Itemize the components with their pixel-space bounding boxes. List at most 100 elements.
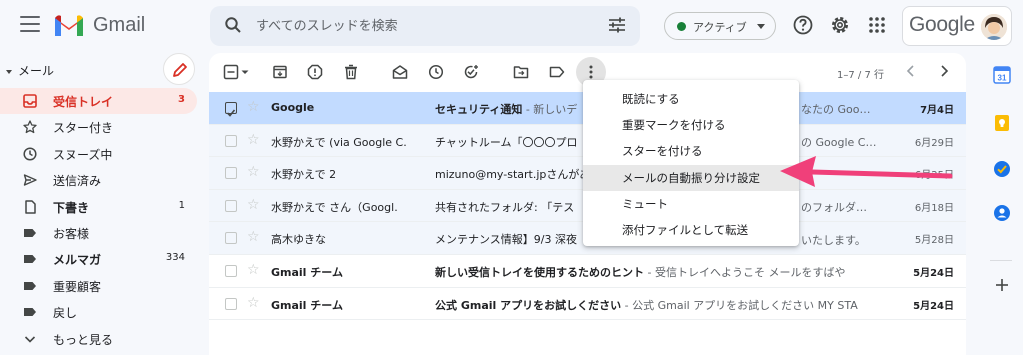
move-to-icon[interactable] <box>513 64 529 80</box>
select-dropdown-icon[interactable] <box>240 64 250 80</box>
label-as-icon[interactable] <box>549 64 565 80</box>
mail-section-header[interactable]: メール <box>6 62 54 79</box>
checkmark-icon <box>226 109 236 117</box>
star-toggle-icon[interactable]: ☆ <box>247 99 260 115</box>
row-checkbox[interactable] <box>225 199 237 212</box>
star-toggle-icon[interactable]: ☆ <box>247 164 260 180</box>
sidebar-item-newsletters[interactable]: メルマガ 334 <box>0 246 197 272</box>
add-to-tasks-icon[interactable] <box>463 64 479 80</box>
avatar[interactable] <box>981 14 1007 40</box>
email-snippet-fragment: の Google C… <box>801 136 877 149</box>
tasks-icon[interactable] <box>993 160 1011 178</box>
sidebar-item-snoozed[interactable]: スヌーズ中 <box>0 141 197 167</box>
email-date: 6月18日 <box>914 202 954 214</box>
more-vert-icon <box>589 65 593 79</box>
row-checkbox[interactable] <box>225 134 237 147</box>
chevron-left-icon[interactable] <box>903 63 919 79</box>
sidebar-item-label: 受信トレイ <box>53 95 114 109</box>
keep-notes-icon[interactable] <box>993 114 1011 132</box>
sidebar-item-label: メルマガ <box>53 253 102 268</box>
row-checkbox[interactable] <box>225 102 237 117</box>
add-addon-icon[interactable] <box>993 276 1011 294</box>
sidebar-item-count: 1 <box>178 199 185 211</box>
email-sender: 水野かえで (via Google C. <box>271 135 407 149</box>
active-status-dot <box>677 22 686 31</box>
email-subject: 新しい受信トレイを使用するためのヒント <box>435 265 644 279</box>
select-checkbox-icon[interactable] <box>223 64 239 80</box>
snooze-clock-icon[interactable] <box>428 64 444 80</box>
pagination-text: 1–7 / 7 行 <box>837 70 884 81</box>
chevron-right-icon[interactable] <box>936 63 952 79</box>
help-icon[interactable] <box>792 14 814 36</box>
row-checkbox[interactable] <box>225 232 237 245</box>
main-menu-icon[interactable] <box>20 16 40 34</box>
search-icon[interactable] <box>224 16 242 34</box>
star-toggle-icon[interactable]: ☆ <box>247 229 260 245</box>
email-row[interactable]: ☆ Gmail チーム 公式 Gmail アプリをお試しください - 公式 Gm… <box>209 287 966 321</box>
gmail-wordmark: Gmail <box>93 14 146 36</box>
star-toggle-icon[interactable]: ☆ <box>247 295 260 311</box>
archive-icon[interactable] <box>272 64 288 80</box>
sidebar-item-inbox[interactable]: 受信トレイ 3 <box>0 88 197 115</box>
status-selector[interactable]: アクティブ <box>664 12 776 40</box>
chevron-down-icon <box>24 335 36 343</box>
sidebar-item-label: もっと見る <box>53 332 114 347</box>
sidebar-item-sent[interactable]: 送信済み <box>0 167 197 193</box>
email-snippet-fragment: いたします。 <box>801 234 866 247</box>
mark-as-read-icon[interactable] <box>392 64 408 80</box>
email-subject: チャットルーム「〇〇〇プロ <box>435 135 578 149</box>
email-snippet-fragment: のフォルダ… <box>801 201 867 214</box>
menu-item-mark-as-read[interactable]: 既読にする <box>583 86 799 112</box>
annotation-arrow <box>780 156 953 187</box>
menu-item-mark-important[interactable]: 重要マークを付ける <box>583 112 799 138</box>
email-date: 7月4日 <box>920 105 954 116</box>
email-row[interactable]: ☆ Gmail チーム 新しい受信トレイを使用するためのヒント - 受信トレイへ… <box>209 254 966 288</box>
email-sender: 高木ゆきな <box>271 233 326 247</box>
email-snippet: - 新しいデ <box>522 103 578 116</box>
google-logo: Google <box>909 13 975 36</box>
sidebar-item-more[interactable]: もっと見る <box>0 326 197 352</box>
sidebar-item-key-clients[interactable]: 重要顧客 <box>0 273 197 299</box>
gmail-logo[interactable] <box>53 12 85 38</box>
inbox-icon <box>23 94 37 108</box>
report-spam-icon[interactable] <box>307 64 323 80</box>
label-icon <box>24 255 36 264</box>
star-toggle-icon[interactable]: ☆ <box>247 197 260 213</box>
star-toggle-icon[interactable]: ☆ <box>247 262 260 278</box>
clock-icon <box>23 147 37 161</box>
send-icon <box>23 174 37 186</box>
sidebar-nav: 受信トレイ 3 スター付き スヌーズ中 送信済み 下書き 1 お客様 メルマガ … <box>0 88 197 352</box>
row-checkbox[interactable] <box>225 167 237 180</box>
account-switcher[interactable]: Google <box>902 6 1012 46</box>
sidebar-item-customers[interactable]: お客様 <box>0 220 197 246</box>
label-icon <box>24 281 36 290</box>
email-subject: メンテナンス情報】9/3 深夜 <box>435 233 577 247</box>
sidebar-item-drafts[interactable]: 下書き 1 <box>0 194 197 220</box>
star-toggle-icon[interactable]: ☆ <box>247 132 260 148</box>
sidebar-item-label: お客様 <box>53 226 90 241</box>
collapse-triangle-icon <box>6 69 12 74</box>
search-input[interactable] <box>256 15 586 37</box>
delete-trash-icon[interactable] <box>343 64 359 80</box>
label-icon <box>24 308 36 317</box>
email-subject: 公式 Gmail アプリをお試しください <box>435 298 622 312</box>
top-bar: Gmail アクティブ <box>0 0 1023 52</box>
apps-grid-icon[interactable] <box>866 14 888 36</box>
compose-button[interactable] <box>163 53 195 85</box>
row-checkbox[interactable] <box>225 297 237 310</box>
search-options-icon[interactable] <box>608 17 626 33</box>
sidebar-item-returned[interactable]: 戻し <box>0 299 197 325</box>
sidebar-item-label: スター付き <box>53 121 114 136</box>
sidebar-item-starred[interactable]: スター付き <box>0 114 197 140</box>
sidebar-item-count: 3 <box>178 94 185 105</box>
settings-gear-icon[interactable] <box>829 14 851 36</box>
row-checkbox[interactable] <box>225 264 237 277</box>
email-snippet: - 公式 Gmail アプリをお試しください MY STA <box>621 298 858 312</box>
menu-item-forward-as-attachment[interactable]: 添付ファイルとして転送 <box>583 217 799 243</box>
search-bar[interactable] <box>210 6 640 46</box>
draft-icon <box>25 199 36 214</box>
email-sender: 水野かえで さん（Googl. <box>271 200 398 214</box>
contacts-icon[interactable] <box>993 204 1011 222</box>
calendar-icon[interactable]: 31 <box>993 66 1011 84</box>
email-date: 5月24日 <box>913 267 954 279</box>
